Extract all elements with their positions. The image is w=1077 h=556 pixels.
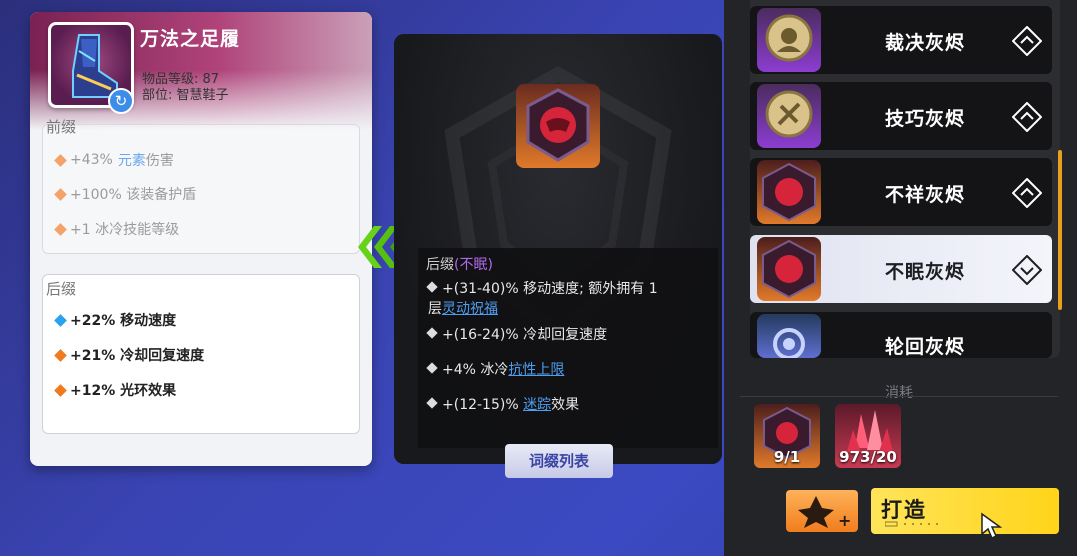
ember-item-ominous[interactable]: 不祥灰烬 <box>750 158 1052 226</box>
ember-name: 轮回灰烬 <box>884 336 965 358</box>
skill-ember-icon <box>757 84 821 148</box>
ember-item-verdict[interactable]: 裁决灰烬 <box>750 6 1052 74</box>
tooltip-tag: (不眠) <box>454 257 493 273</box>
suffix-tooltip: 后缀(不眠) +(31-40)% 移动速度; 额外拥有 1 层灵动祝福 +(16… <box>418 248 718 448</box>
sleepless-ember-icon <box>516 84 600 168</box>
tooltip-row-text: +(12-15)% <box>442 397 519 413</box>
tooltip-row-text: +(31-40)% 移动速度; 额外拥有 1 <box>442 281 658 297</box>
chevron-down-icon[interactable] <box>1012 255 1042 285</box>
tooltip-title-text: 后缀 <box>426 257 454 273</box>
diamond-icon <box>426 327 438 339</box>
diamond-icon <box>54 222 67 236</box>
prefix-keyword: 元素 <box>117 153 146 169</box>
suffix-text: +12% 光环效果 <box>70 383 177 399</box>
material-count: 973/20 <box>839 448 897 466</box>
chevron-up-icon[interactable] <box>1012 178 1042 208</box>
tooltip-row-text: 层 <box>428 301 442 317</box>
chevron-up-icon[interactable] <box>1012 102 1042 132</box>
swap-icon[interactable]: ↻ <box>108 88 134 114</box>
tooltip-row: +(12-15)% 迷踪效果 <box>426 394 580 414</box>
prefix-value: +100% 该装备护盾 <box>70 187 197 203</box>
suffix-text: +21% 冷却回复速度 <box>70 348 205 364</box>
tooltip-link[interactable]: 灵动祝福 <box>442 301 498 317</box>
item-card: ↻ 万法之足履 物品等级: 87 部位: 智慧鞋子 前缀 +43% 元素 伤害 +… <box>30 12 372 466</box>
ember-item-sleepless[interactable]: 不眠灰烬 <box>750 235 1052 303</box>
prefix-title: 前缀 <box>46 118 77 136</box>
verdict-ember-icon <box>757 8 821 72</box>
item-slot: 部位: 智慧鞋子 <box>142 88 229 103</box>
ember-item-skill[interactable]: 技巧灰烬 <box>750 82 1052 150</box>
prefix-row: +1 冰冷技能等级 <box>54 219 180 239</box>
craft-button[interactable]: 打造 <box>871 488 1059 534</box>
tooltip-link[interactable]: 迷踪 <box>523 397 551 413</box>
diamond-icon <box>54 187 67 201</box>
ember-name: 技巧灰烬 <box>884 108 965 130</box>
diamond-icon <box>426 281 438 293</box>
tooltip-row: +(16-24)% 冷却回复速度 <box>426 324 608 344</box>
prefix-rest: 伤害 <box>145 153 174 169</box>
tooltip-link[interactable]: 抗性上限 <box>508 362 564 378</box>
chevron-up-icon[interactable] <box>1012 26 1042 56</box>
suffix-title: 后缀 <box>46 280 77 298</box>
material-count: 9/1 <box>773 448 801 466</box>
ember-name: 不眠灰烬 <box>884 261 965 283</box>
diamond-icon <box>426 397 438 409</box>
material-crystal[interactable]: 973/20 <box>835 404 901 468</box>
ominous-ember-icon <box>757 160 821 224</box>
diamond-icon <box>426 362 438 374</box>
scrollbar[interactable] <box>1058 150 1062 310</box>
prefix-value: +43% <box>70 152 113 168</box>
sleepless-ember-icon <box>757 237 821 301</box>
material-ember[interactable]: 9/1 <box>754 404 820 468</box>
prefix-row: +43% 元素 伤害 <box>54 150 174 170</box>
item-name: 万法之足履 <box>140 28 241 50</box>
tooltip-row-text: +4% 冰冷 <box>442 362 509 378</box>
prefix-value: +1 冰冷技能等级 <box>70 222 180 238</box>
prefix-row: +100% 该装备护盾 <box>54 184 197 204</box>
ember-boost-button[interactable]: + <box>786 490 858 532</box>
svg-text:+: + <box>838 511 851 530</box>
diamond-icon <box>54 153 67 167</box>
suffix-row: +12% 光环效果 <box>54 380 177 400</box>
tooltip-title: 后缀(不眠) <box>426 254 493 274</box>
suffix-row: +22% 移动速度 <box>54 310 177 330</box>
tooltip-row: +4% 冰冷抗性上限 <box>426 359 564 379</box>
ember-name: 不祥灰烬 <box>884 184 965 206</box>
ember-name: 裁决灰烬 <box>884 32 965 54</box>
rebirth-ember-icon <box>757 314 821 360</box>
diamond-icon <box>54 313 67 327</box>
mouse-cursor-icon <box>981 512 1002 540</box>
suffix-row: +21% 冷却回复速度 <box>54 345 205 365</box>
tooltip-row: +(31-40)% 移动速度; 额外拥有 1 层灵动祝福 <box>426 278 658 318</box>
tooltip-row-text: 效果 <box>551 397 580 413</box>
tooltip-row-text: +(16-24)% 冷却回复速度 <box>442 327 608 343</box>
diamond-icon <box>54 348 67 362</box>
diamond-icon <box>54 383 67 397</box>
ember-item-rebirth[interactable]: 轮回灰烬 <box>750 312 1052 360</box>
suffix-text: +22% 移动速度 <box>70 313 177 329</box>
affix-list-button[interactable]: 词缀列表 <box>505 444 613 478</box>
